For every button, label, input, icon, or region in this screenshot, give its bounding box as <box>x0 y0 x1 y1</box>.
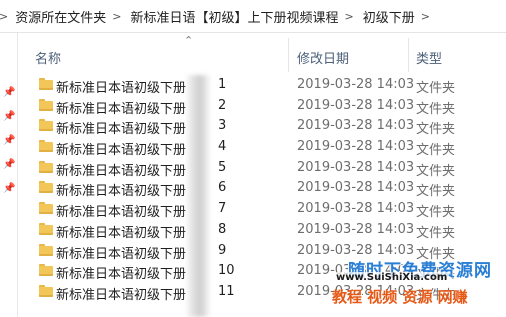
column-divider[interactable] <box>288 38 289 72</box>
breadcrumb-item-root[interactable]: 资源所在文件夹 <box>15 7 106 26</box>
breadcrumb-separator[interactable]: > <box>344 10 353 23</box>
breadcrumb: > 资源所在文件夹 > 新标准日语【初级】上下册视频课程 > 初级下册 > <box>0 0 506 33</box>
file-type: 文件夹 <box>416 225 456 241</box>
modified-date: 2019-03-28 14:03 <box>297 139 415 155</box>
folder-icon <box>39 160 53 173</box>
chevron-up-icon: ⌃ <box>184 34 194 47</box>
column-header: ⌃ 名称 修改日期 类型 <box>18 34 506 72</box>
table-row[interactable]: 新标准日本语初级下册 7 2019-03-28 14:03 文件夹 <box>18 199 506 220</box>
file-number: 1 <box>218 77 227 92</box>
breadcrumb-separator[interactable]: > <box>112 10 121 23</box>
file-number: 5 <box>218 159 227 175</box>
navigation-pane: 📌 📌 📌 📌 📌 <box>0 33 18 317</box>
table-row[interactable]: 新标准日本语初级下册 3 2019-03-28 14:03 文件夹 <box>18 116 506 137</box>
file-name: 新标准日本语初级下册 <box>56 163 187 179</box>
watermark-url: www.SuiShiXia.com <box>334 272 450 283</box>
file-name: 新标准日本语初级下册 <box>56 205 187 221</box>
file-number: 4 <box>218 139 227 155</box>
breadcrumb-item-current[interactable]: 初级下册 <box>363 7 415 26</box>
modified-date: 2019-03-28 14:03 <box>297 201 415 217</box>
breadcrumb-separator-icon[interactable]: > <box>0 10 8 23</box>
modified-date: 2019-03-28 14:03 <box>297 77 415 92</box>
folder-icon <box>39 243 53 256</box>
folder-icon <box>39 140 53 153</box>
table-row[interactable]: 新标准日本语初级下册 8 2019-03-28 14:03 文件夹 <box>18 220 506 241</box>
modified-date: 2019-03-28 14:03 <box>297 97 415 113</box>
file-name: 新标准日本语初级下册 <box>56 225 187 241</box>
folder-icon <box>39 264 53 277</box>
file-type: 文件夹 <box>416 101 456 117</box>
column-divider[interactable] <box>408 38 409 72</box>
file-name: 新标准日本语初级下册 <box>56 184 187 200</box>
pin-icon[interactable]: 📌 <box>3 184 15 194</box>
pin-icon[interactable]: 📌 <box>3 136 15 146</box>
modified-date: 2019-03-28 14:03 <box>297 221 415 237</box>
file-number: 6 <box>218 180 227 196</box>
file-name: 新标准日本语初级下册 <box>56 246 187 262</box>
file-type: 文件夹 <box>416 122 456 138</box>
file-name: 新标准日本语初级下册 <box>56 267 187 283</box>
folder-icon <box>39 78 53 90</box>
watermark: 随时下免费资源网 www.SuiShiXia.com 教程 视频 资源 网赚 <box>320 248 506 317</box>
file-number: 8 <box>218 221 227 237</box>
folder-icon <box>39 222 53 235</box>
file-name: 新标准日本语初级下册 <box>56 122 187 138</box>
folder-icon <box>39 119 53 132</box>
file-number: 11 <box>218 283 235 299</box>
watermark-tagline: 教程 视频 资源 网赚 <box>332 288 468 306</box>
file-type: 文件夹 <box>416 205 456 221</box>
file-name: 新标准日本语初级下册 <box>56 101 187 117</box>
folder-icon <box>39 181 53 194</box>
folder-icon <box>39 202 53 215</box>
breadcrumb-separator[interactable]: > <box>421 10 430 23</box>
modified-date: 2019-03-28 14:03 <box>297 180 415 196</box>
column-type-header[interactable]: 类型 <box>416 48 442 67</box>
folder-icon <box>39 98 53 111</box>
table-row[interactable]: 新标准日本语初级下册 6 2019-03-28 14:03 文件夹 <box>18 178 506 199</box>
redaction-blur <box>185 75 211 317</box>
folder-icon <box>39 284 53 297</box>
file-number: 7 <box>218 201 227 217</box>
file-type: 文件夹 <box>416 143 456 159</box>
file-number: 2 <box>218 97 227 113</box>
column-date-header[interactable]: 修改日期 <box>297 48 349 67</box>
file-name: 新标准日本语初级下册 <box>56 287 187 303</box>
file-type: 文件夹 <box>416 163 456 179</box>
file-name: 新标准日本语初级下册 <box>56 81 187 96</box>
file-number: 10 <box>218 263 235 279</box>
file-number: 3 <box>218 118 227 134</box>
modified-date: 2019-03-28 14:03 <box>297 159 415 175</box>
breadcrumb-item-course[interactable]: 新标准日语【初级】上下册视频课程 <box>130 7 338 26</box>
modified-date: 2019-03-28 14:03 <box>297 118 415 134</box>
table-row[interactable]: 新标准日本语初级下册 2 2019-03-28 14:03 文件夹 <box>18 96 506 117</box>
pin-icon[interactable]: 📌 <box>3 160 15 170</box>
file-number: 9 <box>218 242 227 258</box>
pin-icon[interactable]: 📌 <box>3 112 15 122</box>
table-row[interactable]: 新标准日本语初级下册 5 2019-03-28 14:03 文件夹 <box>18 158 506 179</box>
file-name: 新标准日本语初级下册 <box>56 143 187 159</box>
pin-icon[interactable]: 📌 <box>3 88 15 98</box>
column-name-header[interactable]: 名称 <box>35 48 61 67</box>
table-row[interactable]: 新标准日本语初级下册 4 2019-03-28 14:03 文件夹 <box>18 137 506 158</box>
file-type: 文件夹 <box>416 184 456 200</box>
file-type: 文件夹 <box>416 81 456 96</box>
table-row[interactable]: 新标准日本语初级下册 1 2019-03-28 14:03 文件夹 <box>18 75 506 96</box>
